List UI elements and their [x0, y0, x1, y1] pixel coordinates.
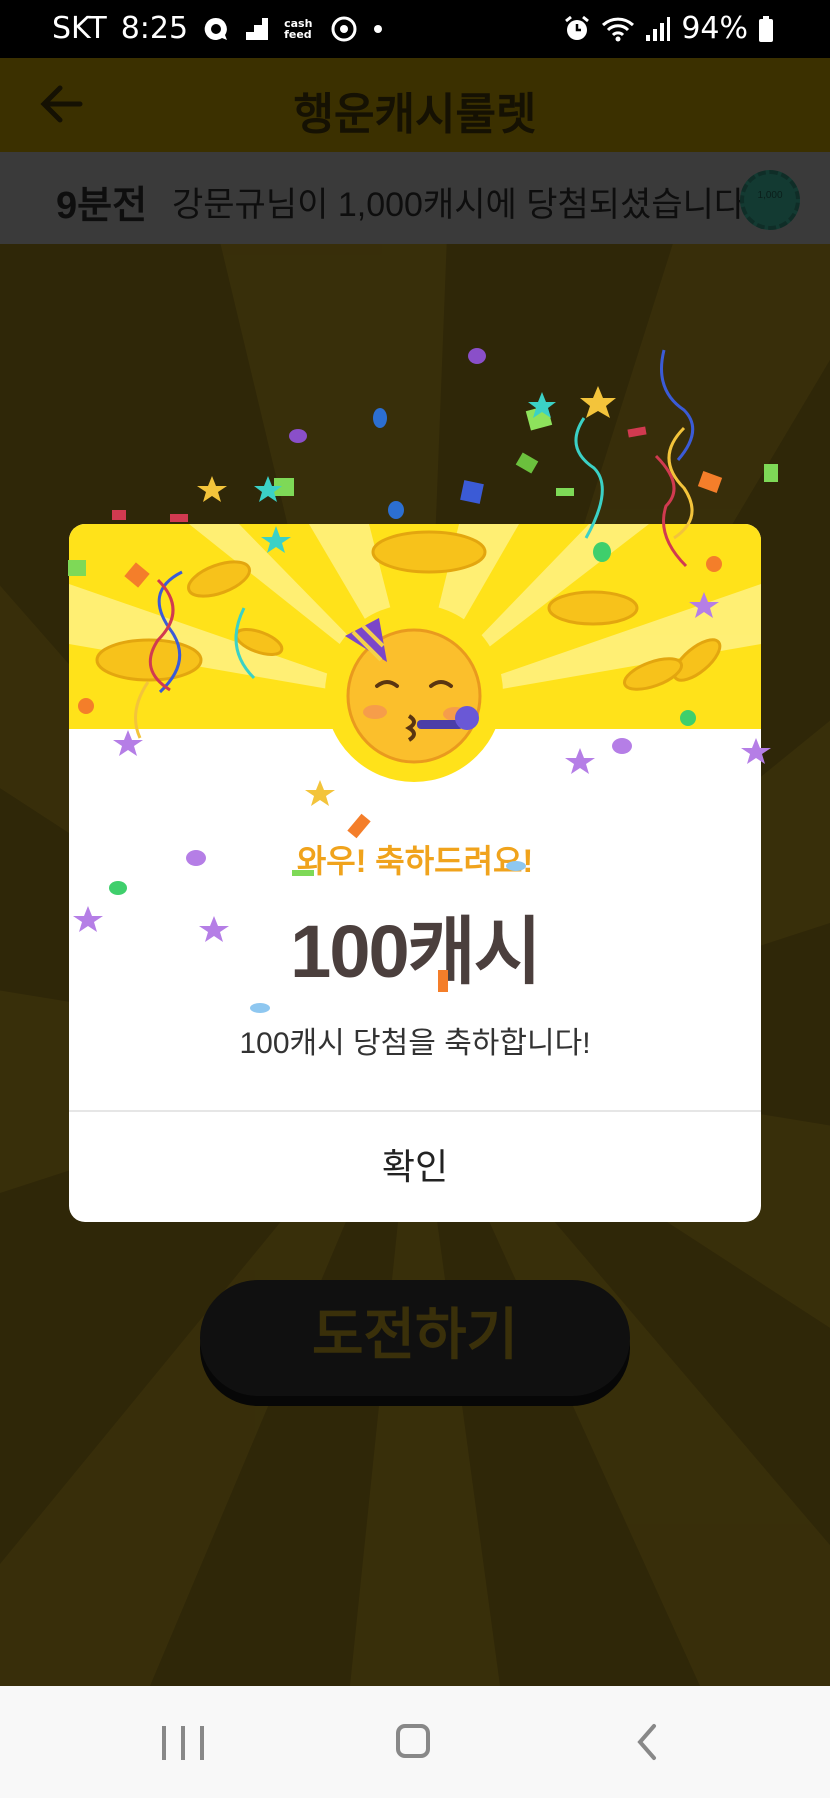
- chip-label: 1,000: [757, 190, 783, 201]
- target-icon: [331, 16, 357, 41]
- challenge-button[interactable]: 도전하기: [200, 1280, 630, 1396]
- back-icon[interactable]: [634, 1722, 660, 1762]
- home-icon[interactable]: [396, 1724, 430, 1758]
- winner-ticker: 9분전 강문규님이 1,000캐시에 당첨되셨습니다.: [0, 152, 830, 244]
- cash-chip-icon: 1,000: [740, 170, 800, 230]
- cashfeed-icon: cash feed: [284, 16, 313, 41]
- signal-icon: [646, 16, 671, 41]
- recents-icon[interactable]: [162, 1726, 204, 1760]
- carrier-label: SKT: [52, 11, 107, 46]
- partying-face-icon: [345, 618, 482, 764]
- battery-icon: [759, 15, 773, 42]
- dot-icon: [374, 24, 383, 33]
- system-nav-bar: [0, 1686, 830, 1798]
- chat-bubble-icon: [204, 17, 228, 40]
- wifi-icon: [602, 17, 635, 41]
- app-bar: 행운캐시룰렛: [0, 58, 830, 152]
- stairs-icon: [246, 17, 269, 40]
- page-title: 행운캐시룰렛: [293, 90, 537, 139]
- status-bar: SKT 8:25 cash feed 94%: [0, 0, 830, 58]
- win-dialog: 와우! 축하드려요! 100캐시 100캐시 당첨을 축하합니다! 확인: [69, 524, 761, 1222]
- prize-amount: 100캐시: [290, 910, 542, 993]
- ticker-time: 9분전: [56, 185, 148, 227]
- time-label: 8:25: [120, 11, 189, 46]
- confirm-button[interactable]: 확인: [69, 1112, 761, 1222]
- dialog-description: 100캐시 당첨을 축하합니다!: [239, 1027, 591, 1060]
- dialog-headline: 와우! 축하드려요!: [296, 843, 534, 879]
- ticker-message: 강문규님이 1,000캐시에 당첨되셨습니다.: [172, 186, 755, 224]
- battery-percent: 94%: [681, 11, 748, 46]
- alarm-icon: [565, 15, 590, 40]
